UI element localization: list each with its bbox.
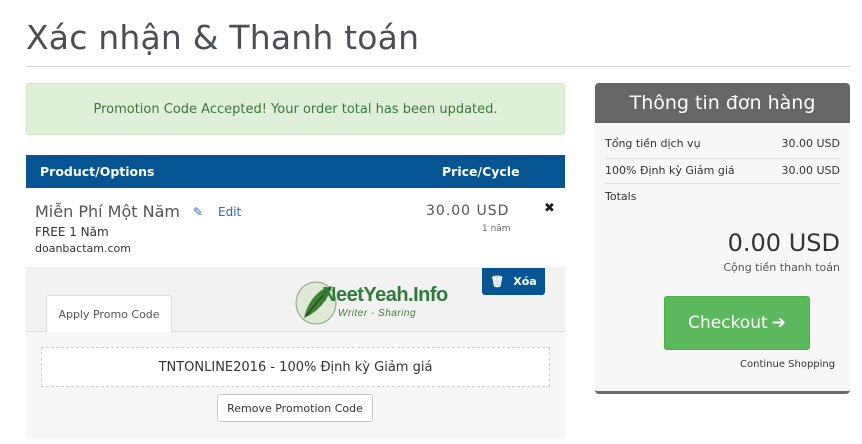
checkout-label: Checkout [688,313,768,333]
alert-message: Promotion Code Accepted! Your order tota… [93,101,498,117]
checkout-button[interactable]: Checkout ➔ [664,296,810,350]
item-plan: FREE 1 Năm [35,225,109,239]
item-name: Miễn Phí Một Năm [35,202,180,221]
edit-link[interactable]: Edit [218,205,241,219]
tab-apply-promo-code[interactable]: Apply Promo Code [46,295,172,333]
totals-label: Totals [605,190,637,203]
cart-table-header: Product/Options Price/Cycle [26,155,565,188]
cart-item-row: Miễn Phí Một Năm ✎ Edit FREE 1 Năm doanb… [26,188,565,269]
promo-panel: TNTONLINE2016 - 100% Định kỳ Giảm giá Re… [26,332,565,439]
summary-divider [605,158,840,159]
product-options-header: Product/Options [40,164,155,179]
item-price: 30.00 USD [426,203,510,219]
promo-accepted-alert: Promotion Code Accepted! Your order tota… [26,83,565,135]
summary-row-label: Tổng tiền dịch vụ [605,137,701,150]
total-caption: Cộng tiền thanh toán [723,261,840,274]
order-summary-panel: Thông tin đơn hàng Tổng tiền dịch vụ 30.… [595,83,850,394]
item-cycle: 1 năm [482,224,511,234]
tab-label: Apply Promo Code [58,308,160,321]
trash-icon: 🗑 [490,275,505,288]
summary-row-value: 30.00 USD [781,137,841,150]
title-divider [26,66,850,67]
watermark-brand: NeetYeah.Info [322,284,448,306]
summary-row-value: 30.00 USD [781,164,841,177]
applied-promo-code: TNTONLINE2016 - 100% Định kỳ Giảm giá [41,347,550,387]
applied-promo-text: TNTONLINE2016 - 100% Định kỳ Giảm giá [158,359,433,375]
total-amount: 0.00 USD [727,229,840,257]
delete-label: Xóa [513,275,537,288]
summary-row-label: 100% Định kỳ Giảm giá [605,164,735,177]
continue-shopping-link[interactable]: Continue Shopping [740,359,835,370]
arrow-right-icon: ➔ [771,313,786,333]
page-title: Xác nhận & Thanh toán [26,18,420,57]
pencil-icon[interactable]: ✎ [193,205,203,219]
item-domain: doanbactam.com [35,242,131,255]
summary-divider [605,183,840,184]
order-summary-title: Thông tin đơn hàng [595,83,850,123]
delete-item-button[interactable]: 🗑 Xóa [482,268,545,295]
remove-promo-button[interactable]: Remove Promotion Code [217,394,373,422]
watermark-tagline: Writer - Sharing [338,308,417,319]
price-cycle-header: Price/Cycle [442,164,520,179]
times-icon[interactable]: ✖ [544,201,555,216]
